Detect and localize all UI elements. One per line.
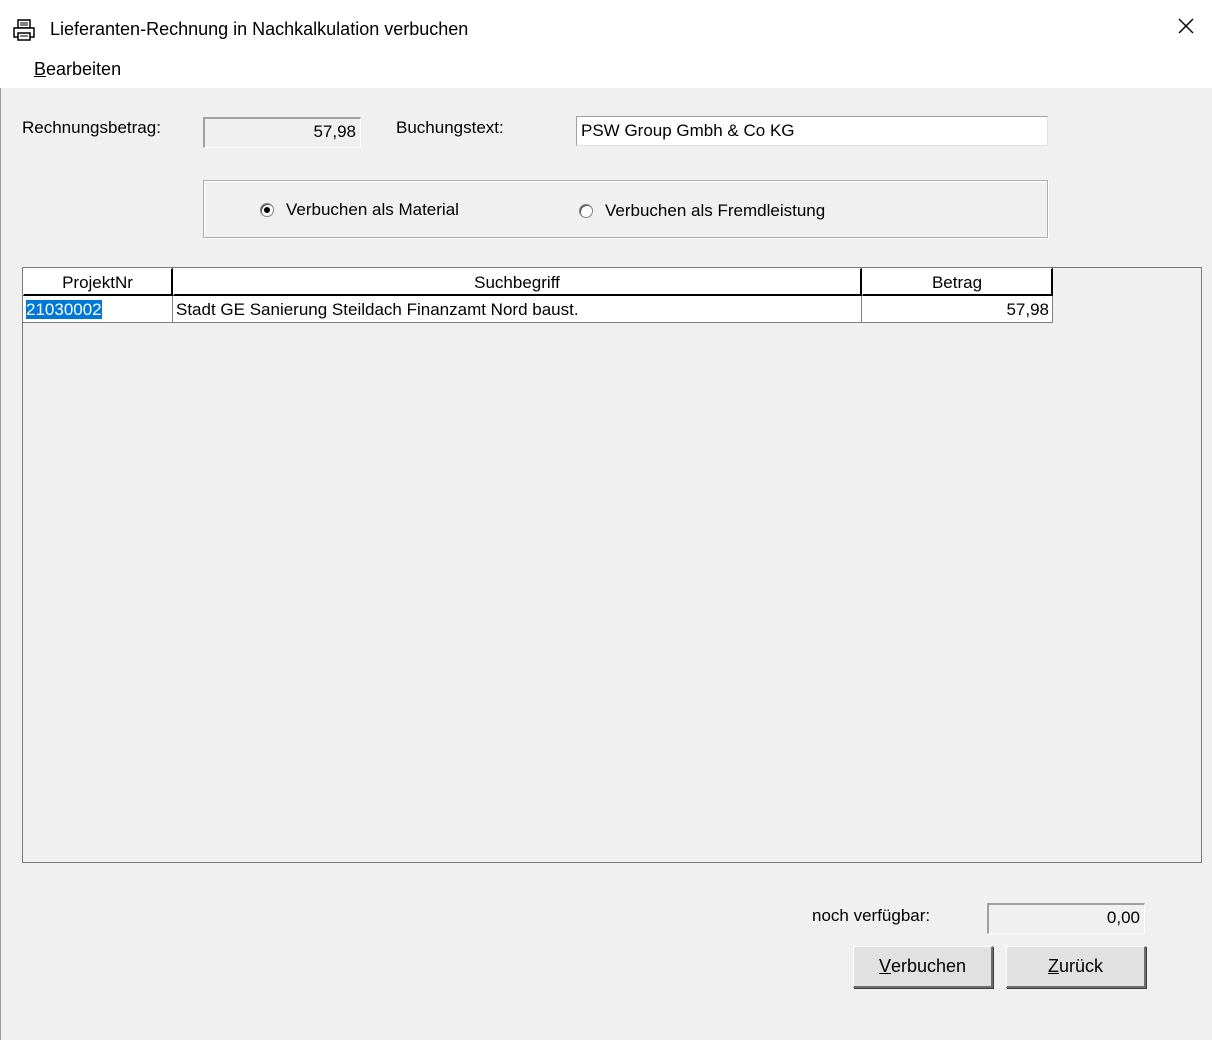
column-header-suchbegriff[interactable]: Suchbegriff — [173, 268, 862, 296]
radio-verbuchen-fremdleistung[interactable]: Verbuchen als Fremdleistung — [579, 201, 825, 221]
menu-item-bearbeiten[interactable]: Bearbeiten — [34, 59, 121, 80]
cell-betrag[interactable]: 57,98 — [862, 296, 1053, 323]
zurueck-label: urück — [1058, 956, 1103, 976]
printer-document-icon — [12, 18, 36, 42]
verbuchen-label: erbuchen — [890, 956, 967, 976]
verbuchen-accel: V — [878, 956, 891, 976]
table-row[interactable]: 21030002 Stadt GE Sanierung Steildach Fi… — [23, 296, 1053, 323]
column-header-betrag[interactable]: Betrag — [862, 268, 1053, 296]
cell-projektnr-value: 21030002 — [26, 300, 102, 319]
close-button[interactable] — [1166, 12, 1206, 44]
radio-button-checked-icon — [260, 203, 274, 217]
verbuchen-button[interactable]: Verbuchen — [853, 946, 993, 988]
grid-header: ProjektNr Suchbegriff Betrag — [23, 268, 1053, 296]
column-header-projektnr[interactable]: ProjektNr — [23, 268, 173, 296]
cell-projektnr[interactable]: 21030002 — [23, 296, 173, 323]
close-icon — [1177, 17, 1195, 40]
radio-material-label: Verbuchen als Material — [286, 200, 459, 219]
zurueck-accel: Z — [1047, 956, 1059, 976]
dialog-window: Lieferanten-Rechnung in Nachkalkulation … — [0, 0, 1212, 1040]
radio-verbuchen-material[interactable]: Verbuchen als Material — [260, 200, 459, 220]
menu-item-label: earbeiten — [46, 59, 122, 79]
radio-button-unchecked-icon — [579, 204, 593, 218]
noch-verfuegbar-field: 0,00 — [987, 903, 1145, 934]
buchungstext-label: Buchungstext: — [396, 118, 504, 137]
menu-bar: Bearbeiten — [0, 50, 1212, 88]
project-allocation-grid[interactable]: ProjektNr Suchbegriff Betrag 21030002 St… — [22, 267, 1202, 863]
zurueck-button[interactable]: Zurück — [1006, 946, 1146, 988]
noch-verfuegbar-label: noch verfügbar: — [812, 906, 931, 925]
window-title: Lieferanten-Rechnung in Nachkalkulation … — [50, 19, 469, 39]
radio-fremdleistung-label: Verbuchen als Fremdleistung — [605, 201, 826, 220]
title-bar[interactable]: Lieferanten-Rechnung in Nachkalkulation … — [0, 0, 1212, 50]
menu-item-accel: B — [34, 59, 47, 79]
buchungstext-input[interactable] — [576, 116, 1048, 146]
rechnungsbetrag-label: Rechnungsbetrag: — [22, 118, 161, 137]
rechnungsbetrag-field: 57,98 — [203, 117, 361, 148]
window-left-border — [0, 0, 10, 1040]
cell-suchbegriff[interactable]: Stadt GE Sanierung Steildach Finanzamt N… — [173, 296, 862, 323]
